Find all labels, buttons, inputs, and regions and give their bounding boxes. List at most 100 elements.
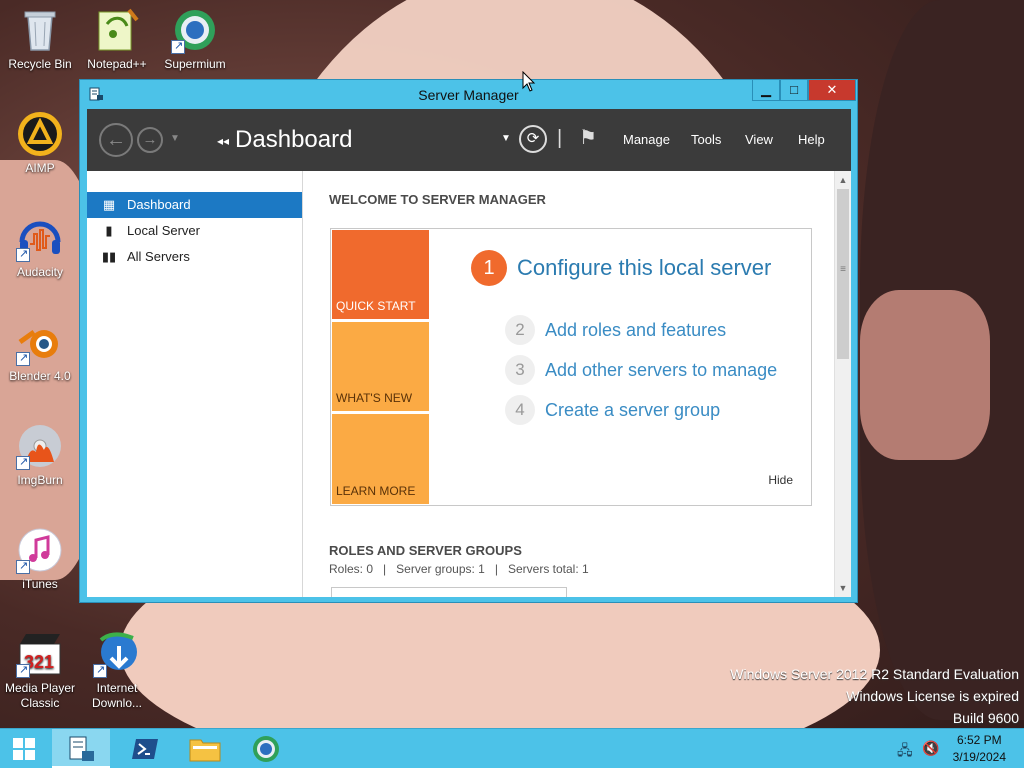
windows-logo-icon (13, 738, 35, 760)
aimp-icon (16, 110, 64, 158)
supermium-taskbar-icon (253, 736, 279, 762)
notifications-flag-icon[interactable]: ⚑ (579, 125, 597, 150)
step-number: 4 (505, 395, 535, 425)
welcome-panel: QUICK START WHAT'S NEW LEARN MORE 1 Conf… (330, 228, 812, 506)
scroll-down-icon[interactable]: ▼ (835, 580, 851, 596)
menu-view[interactable]: View (745, 132, 773, 147)
step-number: 2 (505, 315, 535, 345)
taskbar-powershell[interactable] (115, 729, 175, 768)
sidebar-item-label: Dashboard (127, 197, 191, 212)
tile-learn-more[interactable]: LEARN MORE (332, 414, 429, 504)
powershell-icon (132, 739, 158, 759)
tile-quick-start[interactable]: QUICK START (332, 230, 429, 319)
shortcut-arrow-icon (16, 351, 30, 366)
start-button[interactable] (0, 729, 48, 768)
tile-whats-new[interactable]: WHAT'S NEW (332, 322, 429, 411)
desktop-icon-audacity[interactable]: Audacity (0, 214, 80, 280)
scrollbar-thumb[interactable]: ≡ (837, 189, 849, 359)
maximize-button[interactable]: □ (780, 80, 808, 101)
breadcrumb-chevron-icon: ◂◂ (217, 133, 230, 148)
desktop-icon-label: iTunes (22, 577, 58, 591)
dashboard-main: WELCOME TO SERVER MANAGER QUICK START WH… (304, 171, 834, 597)
roles-heading: ROLES AND SERVER GROUPS (329, 543, 522, 558)
desktop-icon-imgburn[interactable]: ImgBurn (0, 422, 80, 488)
shortcut-arrow-icon (16, 559, 30, 574)
desktop-icon-label: Media Player Classic (4, 681, 76, 710)
toolbar-divider: | (557, 127, 563, 149)
forward-arrow-icon[interactable]: → (137, 127, 163, 153)
volume-muted-icon[interactable]: 🔇 (922, 740, 939, 757)
hide-welcome-link[interactable]: Hide (768, 473, 793, 487)
imgburn-icon (16, 422, 64, 470)
step-create-server-group[interactable]: 4 Create a server group (505, 395, 720, 425)
menu-help[interactable]: Help (798, 132, 825, 147)
refresh-icon[interactable]: ⟳ (519, 125, 547, 153)
history-dropdown-icon[interactable]: ▼ (170, 133, 180, 144)
desktop-icon-label: Audacity (16, 265, 64, 279)
taskbar-supermium[interactable] (236, 729, 296, 768)
recycle-bin-icon (16, 6, 64, 54)
back-arrow-icon[interactable]: ← (99, 123, 133, 157)
welcome-heading: WELCOME TO SERVER MANAGER (329, 192, 546, 207)
desktop-icon-recycle-bin[interactable]: Recycle Bin (0, 6, 80, 72)
menu-tools[interactable]: Tools (691, 132, 721, 147)
sidebar-item-dashboard[interactable]: ▦ Dashboard (87, 192, 302, 218)
taskbar-server-manager[interactable] (52, 729, 110, 768)
server-manager-window: Server Manager ▁ □ ✕ ← → ▼ ◂◂ Dashboard ▼… (79, 79, 858, 603)
sidebar-item-local-server[interactable]: ▮ Local Server (87, 218, 302, 244)
shortcut-arrow-icon (16, 247, 30, 262)
sidebar-item-label: All Servers (127, 249, 190, 264)
internet-download-manager-icon (93, 630, 141, 678)
desktop-icon-notepad-plus-plus[interactable]: Notepad++ (77, 6, 157, 72)
taskbar-file-explorer[interactable] (175, 729, 235, 768)
step-label: Create a server group (545, 399, 721, 420)
step-label: Add roles and features (545, 319, 727, 340)
roles-summary: Roles: 0 | Server groups: 1 | Servers to… (329, 562, 589, 576)
breadcrumb-dashboard: Dashboard (235, 126, 353, 153)
desktop-icon-label: Recycle Bin (8, 57, 72, 71)
close-button[interactable]: ✕ (808, 80, 856, 101)
vertical-scrollbar[interactable]: ▲ ≡ ▼ (834, 171, 851, 597)
supermium-browser-icon (171, 6, 219, 54)
clock[interactable]: 6:52 PM 3/19/2024 (953, 732, 1006, 766)
desktop-icon-label: ImgBurn (17, 473, 63, 487)
scrollbar-grip-icon: ≡ (840, 264, 846, 275)
shortcut-arrow-icon (171, 39, 185, 54)
role-group-card[interactable] (331, 587, 567, 597)
step-configure-local-server[interactable]: 1 Configure this local server (471, 250, 771, 286)
window-title: Server Manager (418, 87, 519, 103)
desktop-icon-blender[interactable]: Blender 4.0 (0, 318, 80, 384)
window-content: ← → ▼ ◂◂ Dashboard ▼ ⟳ | ⚑ Manage Tools V… (87, 109, 851, 597)
step-label: Add other servers to manage (545, 359, 778, 380)
desktop-icon-media-player-classic[interactable]: 321 Media Player Classic (0, 630, 80, 711)
scroll-up-icon[interactable]: ▲ (835, 172, 851, 188)
step-add-roles-features[interactable]: 2 Add roles and features (505, 315, 726, 345)
menu-manage[interactable]: Manage (623, 132, 670, 147)
watermark-edition: Windows Server 2012 R2 Standard Evaluati… (730, 666, 1019, 682)
desktop-icon-label: Supermium (164, 57, 226, 71)
desktop-icon-aimp[interactable]: AIMP (0, 110, 80, 176)
shortcut-arrow-icon (93, 663, 107, 678)
watermark-license: Windows License is expired (846, 688, 1019, 704)
file-explorer-icon (189, 739, 221, 762)
sidebar-item-all-servers[interactable]: ▮▮ All Servers (87, 244, 302, 270)
local-server-icon: ▮ (105, 223, 113, 238)
windows-watermark: Windows Server 2012 R2 Standard Evaluati… (730, 663, 1019, 729)
step-number: 3 (505, 355, 535, 385)
notepad-plus-plus-icon (93, 6, 141, 54)
watermark-build: Build 9600 (952, 710, 1019, 726)
desktop-icon-label: Blender 4.0 (9, 369, 71, 383)
step-add-other-servers[interactable]: 3 Add other servers to manage (505, 355, 777, 385)
breadcrumb-dropdown-icon[interactable]: ▼ (501, 133, 511, 144)
desktop-icon-itunes[interactable]: iTunes (0, 526, 80, 592)
step-number: 1 (471, 250, 507, 286)
network-icon[interactable]: 🖧 (897, 740, 913, 764)
title-bar[interactable]: Server Manager ▁ □ ✕ (80, 80, 857, 109)
clock-time: 6:52 PM (956, 733, 1002, 747)
clock-date: 3/19/2024 (952, 750, 1006, 764)
sidebar: ▦ Dashboard ▮ Local Server ▮▮ All Servers (87, 171, 303, 597)
minimize-button[interactable]: ▁ (752, 80, 780, 101)
desktop-icon-supermium[interactable]: Supermium (155, 6, 235, 72)
desktop-icon-internet-download-manager[interactable]: Internet Downlo... (77, 630, 157, 711)
desktop-icon-label: AIMP (25, 161, 55, 175)
